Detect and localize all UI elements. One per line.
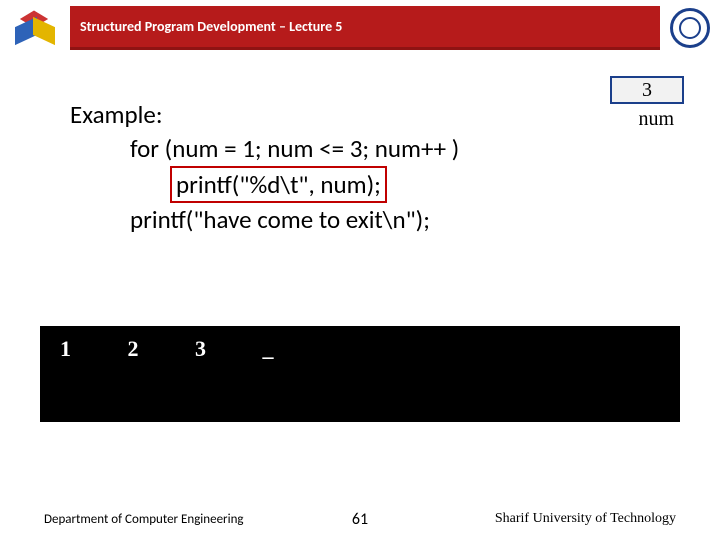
example-heading: Example: bbox=[70, 98, 690, 132]
terminal-value-2: 2 bbox=[128, 336, 188, 362]
highlighted-statement: printf("%d\t", num); bbox=[170, 166, 387, 204]
variable-value: 3 bbox=[642, 79, 652, 102]
slide-footer: Department of Computer Engineering 61 Sh… bbox=[0, 498, 720, 540]
variable-name-label: num bbox=[638, 108, 674, 131]
terminal-cursor: _ bbox=[263, 336, 274, 361]
variable-value-box: 3 bbox=[610, 76, 684, 104]
terminal-output: 1 2 3 _ bbox=[40, 326, 680, 422]
code-line-printf: printf("%d\t", num); bbox=[70, 166, 690, 204]
department-label: Department of Computer Engineering bbox=[0, 512, 244, 527]
university-logo-icon bbox=[660, 6, 720, 50]
terminal-value-3: 3 bbox=[195, 336, 255, 362]
lecture-title-text: Structured Program Development – Lecture… bbox=[80, 18, 342, 35]
terminal-value-1: 1 bbox=[60, 336, 120, 362]
university-label: Sharif University of Technology bbox=[495, 511, 676, 527]
code-line-exit: printf("have come to exit\n"); bbox=[70, 203, 690, 237]
code-example: Example: for (num = 1; num <= 3; num++ )… bbox=[30, 98, 690, 237]
cube-logo-icon bbox=[0, 6, 70, 50]
slide-header: Structured Program Development – Lecture… bbox=[0, 0, 720, 50]
page-number: 61 bbox=[352, 510, 368, 529]
lecture-title: Structured Program Development – Lecture… bbox=[70, 6, 660, 50]
slide-body: 3 num Example: for (num = 1; num <= 3; n… bbox=[0, 50, 720, 470]
code-line-for: for (num = 1; num <= 3; num++ ) bbox=[70, 132, 690, 166]
